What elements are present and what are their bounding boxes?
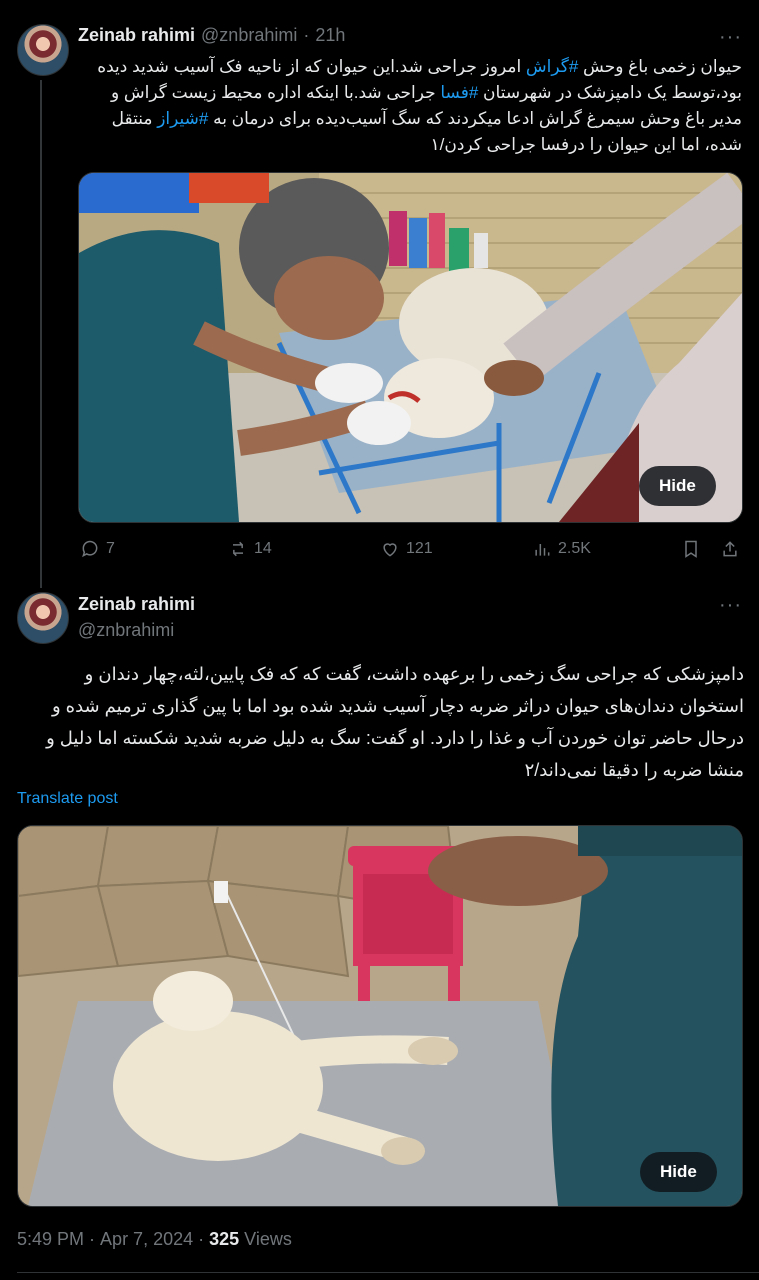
hashtag-link[interactable]: #شیراز <box>157 109 208 128</box>
author-handle[interactable]: @znbrahimi <box>78 620 174 641</box>
more-options-icon[interactable]: ··· <box>719 594 742 617</box>
separator-dot: · <box>198 1229 205 1249</box>
bookmark-icon <box>685 540 697 558</box>
like-button[interactable]: 121 <box>380 539 433 559</box>
reply-count: 7 <box>106 540 115 557</box>
tweet-text-segment: حیوان زخمی باغ وحش <box>578 57 742 76</box>
reply-button[interactable]: 7 <box>80 539 115 559</box>
translate-post-link[interactable]: Translate post <box>17 790 118 808</box>
like-count: 121 <box>406 540 433 557</box>
share-icon <box>723 541 737 557</box>
views-button[interactable]: 2.5K <box>532 539 591 559</box>
avatar[interactable] <box>17 592 69 644</box>
post-time[interactable]: 21h <box>315 25 345 46</box>
repost-count: 14 <box>254 540 272 557</box>
author-handle[interactable]: @znbrahimi <box>201 25 297 46</box>
tweet2-image[interactable]: Hide <box>17 825 743 1207</box>
separator-dot: · <box>303 25 310 45</box>
tweet1-text: حیوان زخمی باغ وحش #گراش امروز جراحی شد.… <box>80 54 742 158</box>
thread-line <box>40 80 42 588</box>
views-count: 2.5K <box>558 540 591 557</box>
hide-media-button[interactable]: Hide <box>640 1152 717 1192</box>
tweet2-text: دامپزشکی که جراحی سگ زخمی را برعهده داشت… <box>46 664 744 780</box>
reply-icon <box>82 540 98 558</box>
post-date[interactable]: Apr 7, 2024 <box>100 1229 193 1250</box>
share-button[interactable] <box>720 539 740 559</box>
author-name[interactable]: Zeinab rahimi <box>78 25 195 46</box>
post-meta: 5:49 PM · Apr 7, 2024 · 325 Views <box>17 1229 292 1250</box>
post-views-label: Views <box>244 1229 292 1249</box>
hide-media-button[interactable]: Hide <box>639 466 716 506</box>
separator-dot: · <box>89 1229 96 1249</box>
hashtag-link[interactable]: #فسا <box>440 83 478 102</box>
analytics-icon <box>535 544 550 556</box>
author-name[interactable]: Zeinab rahimi <box>78 594 195 615</box>
more-options-icon[interactable]: ··· <box>719 26 742 49</box>
post-time[interactable]: 5:49 PM <box>17 1229 84 1250</box>
repost-icon <box>233 541 243 557</box>
dog-recovery-photo <box>18 826 742 1206</box>
tweet1-header: Zeinab rahimi @znbrahimi · 21h <box>78 25 345 46</box>
repost-button[interactable]: 14 <box>228 539 272 559</box>
surgery-photo <box>79 173 742 522</box>
bookmark-button[interactable] <box>681 539 701 559</box>
post-views-count: 325 <box>209 1229 240 1249</box>
divider <box>17 1272 759 1273</box>
hashtag-link[interactable]: #گراش <box>526 57 578 76</box>
avatar[interactable] <box>17 24 69 76</box>
heart-icon <box>383 543 397 557</box>
tweet1-image[interactable]: Hide <box>78 172 743 523</box>
